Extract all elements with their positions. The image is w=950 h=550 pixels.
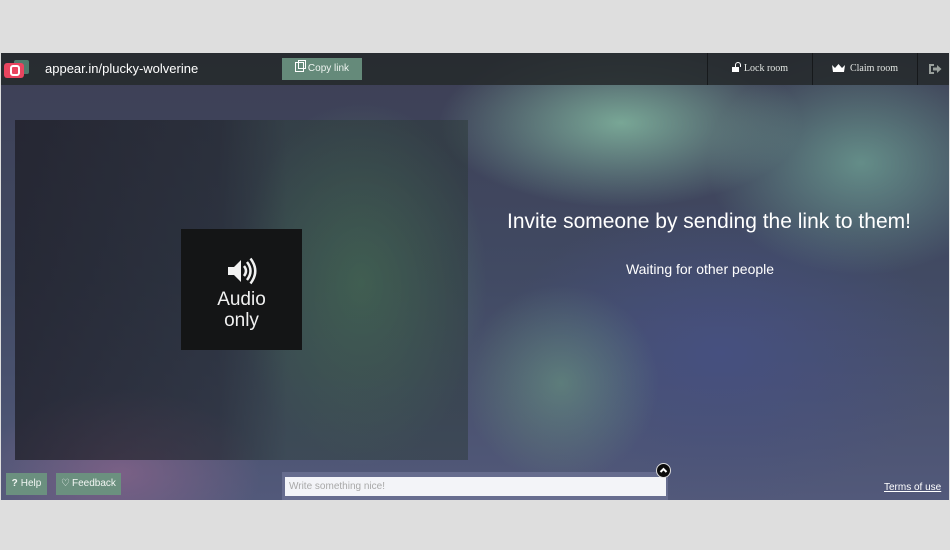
- feedback-button[interactable]: ♡ Feedback: [56, 473, 121, 495]
- unlock-icon: [731, 62, 741, 72]
- waiting-status: Waiting for other people: [625, 261, 775, 277]
- room-name: appear.in/plucky-wolverine: [45, 61, 199, 76]
- claim-room-button[interactable]: Claim room: [813, 53, 917, 85]
- audio-only-label-line2: only: [224, 310, 259, 331]
- invite-heading: Invite someone by sending the link to th…: [507, 210, 911, 233]
- heart-icon: ♡: [61, 478, 71, 489]
- leave-room-icon[interactable]: [928, 63, 942, 75]
- appear-in-logo-icon[interactable]: [4, 60, 30, 80]
- terms-of-use-link[interactable]: Terms of use: [884, 482, 941, 493]
- lock-room-button[interactable]: Lock room: [708, 53, 812, 85]
- audio-only-indicator: Audio only: [181, 229, 302, 350]
- speaker-volume-icon: [227, 257, 256, 285]
- crown-icon: [831, 64, 845, 72]
- copy-link-button[interactable]: Copy link: [282, 58, 362, 80]
- divider: [917, 53, 918, 85]
- copy-icon: [294, 60, 306, 72]
- lock-room-label: Lock room: [743, 63, 789, 74]
- audio-only-label-line1: Audio: [217, 289, 266, 310]
- copy-link-label: Copy link: [307, 63, 350, 74]
- app-window: appear.in/plucky-wolverine Copy link Loc…: [1, 53, 949, 500]
- self-video-tile: Audio only: [15, 120, 468, 460]
- question-icon: ?: [11, 478, 18, 489]
- help-label: Help: [20, 478, 42, 489]
- top-bar: appear.in/plucky-wolverine Copy link Loc…: [1, 53, 949, 85]
- claim-room-label: Claim room: [849, 63, 899, 74]
- chat-bar: [282, 472, 668, 500]
- chat-input[interactable]: [285, 477, 666, 496]
- help-button[interactable]: ? Help: [6, 473, 47, 495]
- feedback-label: Feedback: [72, 478, 116, 489]
- chevron-up-icon[interactable]: [656, 463, 671, 478]
